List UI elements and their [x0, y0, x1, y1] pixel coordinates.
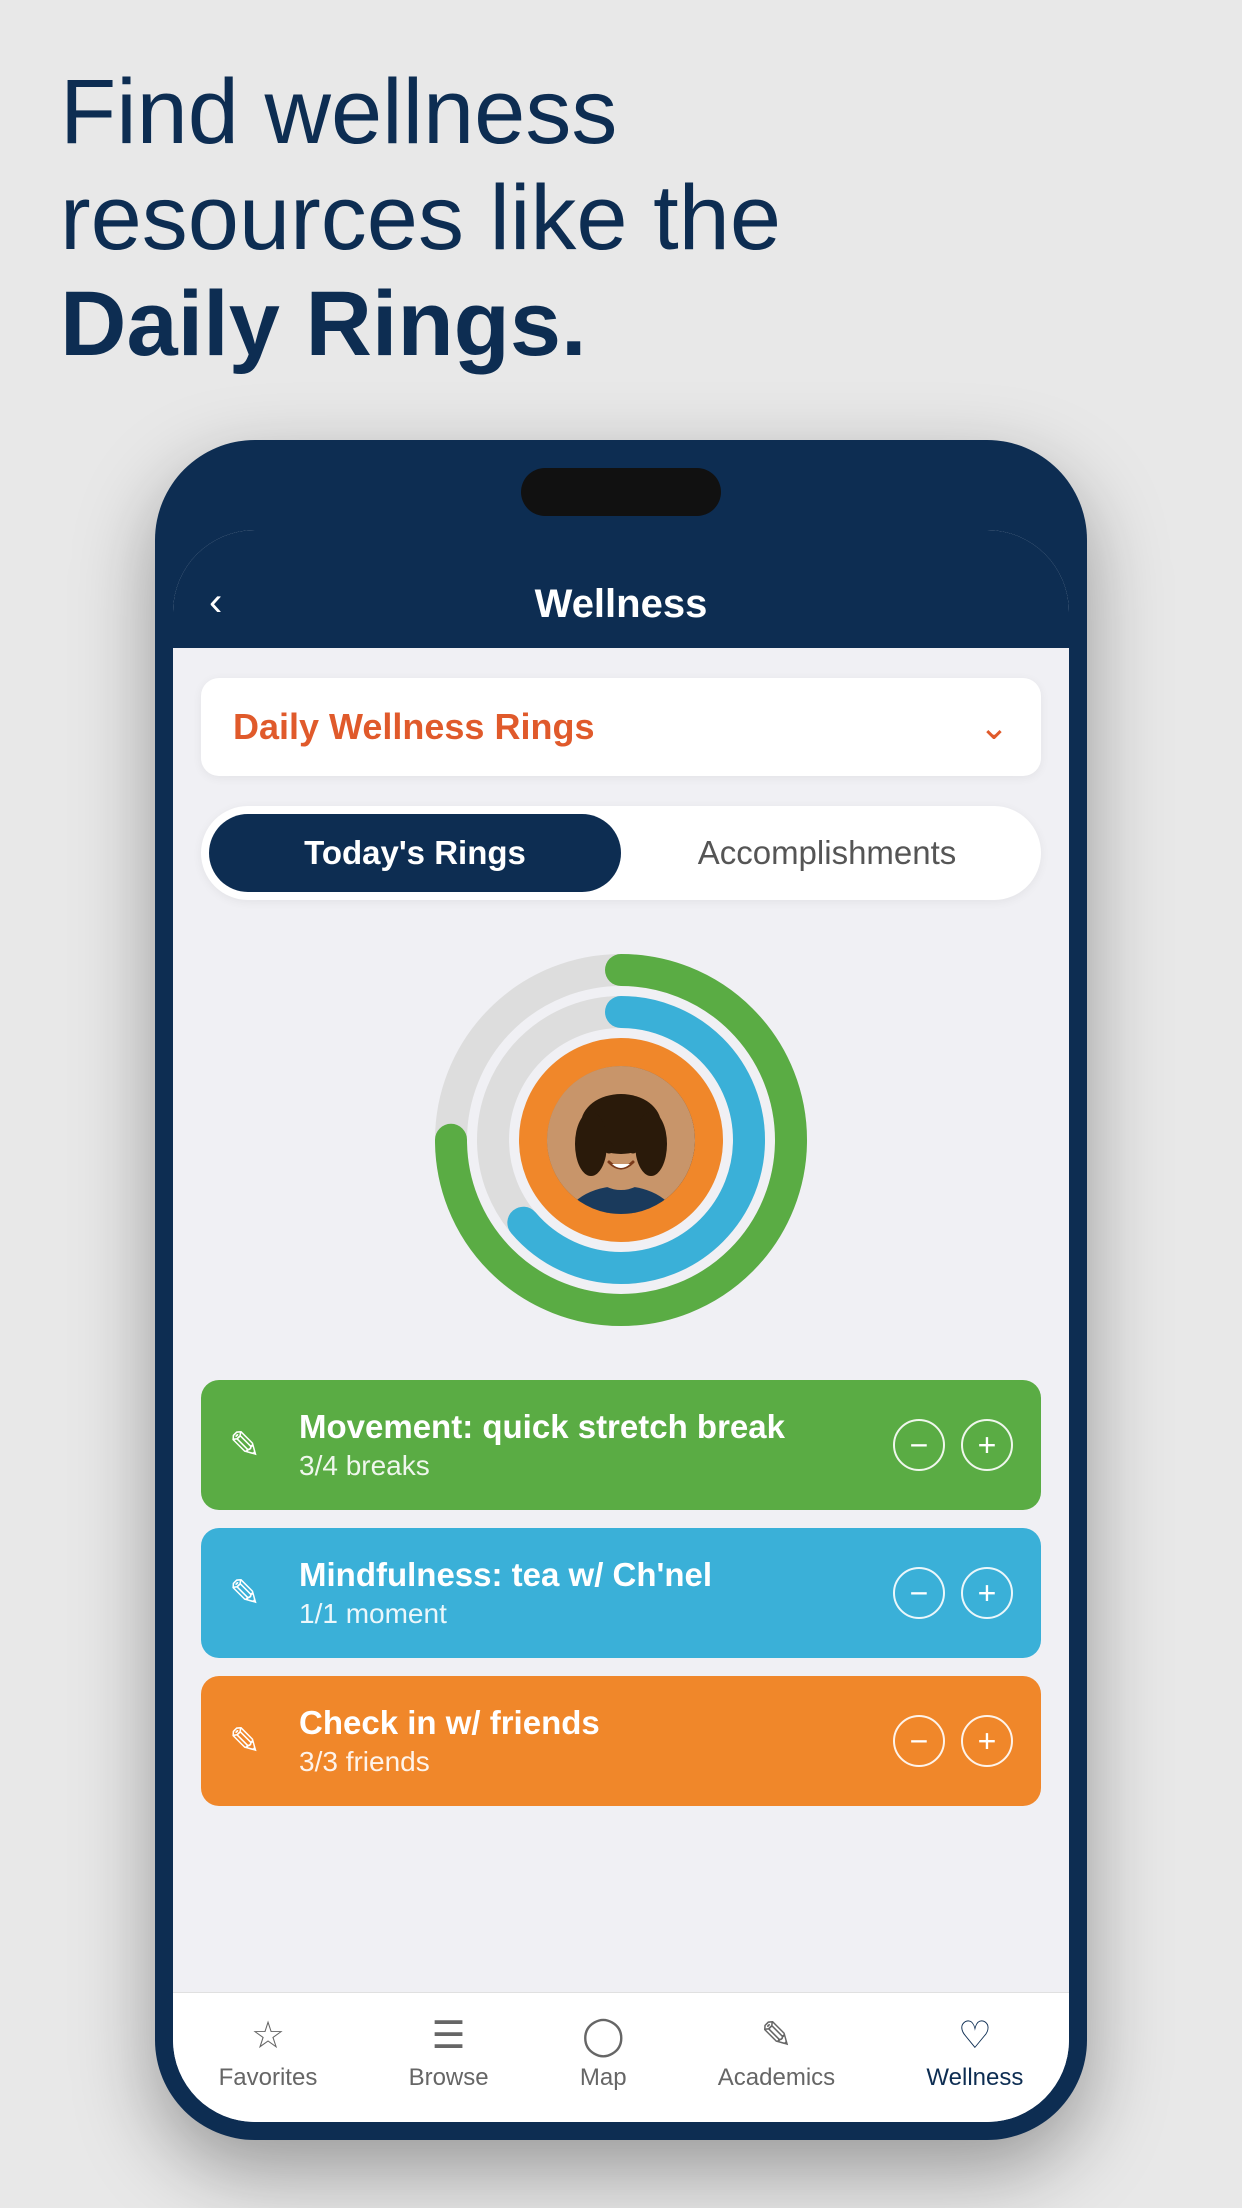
activity-card-movement: ✎ Movement: quick stretch break 3/4 brea… [201, 1380, 1041, 1510]
tab-academics[interactable]: ✎ Academics [718, 2013, 835, 2092]
activity-card-social: ✎ Check in w/ friends 3/3 friends − + [201, 1676, 1041, 1806]
favorites-icon: ☆ [251, 2013, 285, 2058]
activity-subtitle-social: 3/3 friends [299, 1746, 873, 1778]
wellness-icon: ♡ [958, 2013, 992, 2058]
dropdown-chevron-icon: ⌄ [979, 706, 1009, 748]
rings-chart [201, 930, 1041, 1350]
favorites-label: Favorites [219, 2064, 318, 2092]
tab-favorites[interactable]: ☆ Favorites [219, 2013, 318, 2092]
activity-title-mindfulness: Mindfulness: tea w/ Ch'nel [299, 1556, 873, 1594]
bottom-tabbar: ☆ Favorites ☰ Browse ◯ Map ✎ Academics ♡… [173, 1992, 1069, 2122]
hero-line3: Daily Rings. [60, 273, 587, 375]
tab-browse[interactable]: ☰ Browse [409, 2013, 489, 2092]
map-label: Map [580, 2064, 627, 2092]
edit-icon-mindfulness: ✎ [229, 1571, 279, 1616]
phone-header: ‹ Wellness [173, 530, 1069, 648]
activity-text-mindfulness: Mindfulness: tea w/ Ch'nel 1/1 moment [299, 1556, 873, 1630]
increment-social-button[interactable]: + [961, 1715, 1013, 1767]
tab-map[interactable]: ◯ Map [580, 2013, 627, 2092]
activity-title-social: Check in w/ friends [299, 1704, 873, 1742]
tabs-container: Today's Rings Accomplishments [201, 806, 1041, 900]
wellness-label: Wellness [926, 2064, 1023, 2092]
activity-text-movement: Movement: quick stretch break 3/4 breaks [299, 1408, 873, 1482]
hero-line1: Find wellness [60, 61, 617, 163]
academics-icon: ✎ [761, 2013, 793, 2058]
activity-controls-mindfulness: − + [893, 1567, 1013, 1619]
browse-label: Browse [409, 2064, 489, 2092]
tab-wellness[interactable]: ♡ Wellness [926, 2013, 1023, 2092]
user-avatar [547, 1066, 695, 1214]
activity-subtitle-mindfulness: 1/1 moment [299, 1598, 873, 1630]
activity-subtitle-movement: 3/4 breaks [299, 1450, 873, 1482]
decrement-movement-button[interactable]: − [893, 1419, 945, 1471]
hero-section: Find wellness resources like the Daily R… [60, 60, 1182, 377]
rings-svg-wrapper [431, 950, 811, 1330]
hero-line2: resources like the [60, 167, 781, 269]
activity-controls-social: − + [893, 1715, 1013, 1767]
phone-notch [521, 468, 721, 516]
activity-controls-movement: − + [893, 1419, 1013, 1471]
edit-icon-social: ✎ [229, 1719, 279, 1764]
back-button[interactable]: ‹ [209, 580, 222, 625]
academics-label: Academics [718, 2064, 835, 2092]
increment-mindfulness-button[interactable]: + [961, 1567, 1013, 1619]
tab-todays-rings[interactable]: Today's Rings [209, 814, 621, 892]
decrement-social-button[interactable]: − [893, 1715, 945, 1767]
screen-content: Daily Wellness Rings ⌄ Today's Rings Acc… [173, 648, 1069, 1992]
dropdown-label: Daily Wellness Rings [233, 706, 594, 748]
map-icon: ◯ [582, 2013, 625, 2058]
activity-card-mindfulness: ✎ Mindfulness: tea w/ Ch'nel 1/1 moment … [201, 1528, 1041, 1658]
screen-title: Wellness [535, 582, 708, 627]
increment-movement-button[interactable]: + [961, 1419, 1013, 1471]
dropdown-selector[interactable]: Daily Wellness Rings ⌄ [201, 678, 1041, 776]
decrement-mindfulness-button[interactable]: − [893, 1567, 945, 1619]
phone-frame: ‹ Wellness Daily Wellness Rings ⌄ Today'… [155, 440, 1087, 2140]
activity-title-movement: Movement: quick stretch break [299, 1408, 873, 1446]
phone-screen: ‹ Wellness Daily Wellness Rings ⌄ Today'… [173, 530, 1069, 2122]
browse-icon: ☰ [432, 2013, 466, 2058]
activity-text-social: Check in w/ friends 3/3 friends [299, 1704, 873, 1778]
tab-accomplishments[interactable]: Accomplishments [621, 814, 1033, 892]
edit-icon-movement: ✎ [229, 1423, 279, 1468]
